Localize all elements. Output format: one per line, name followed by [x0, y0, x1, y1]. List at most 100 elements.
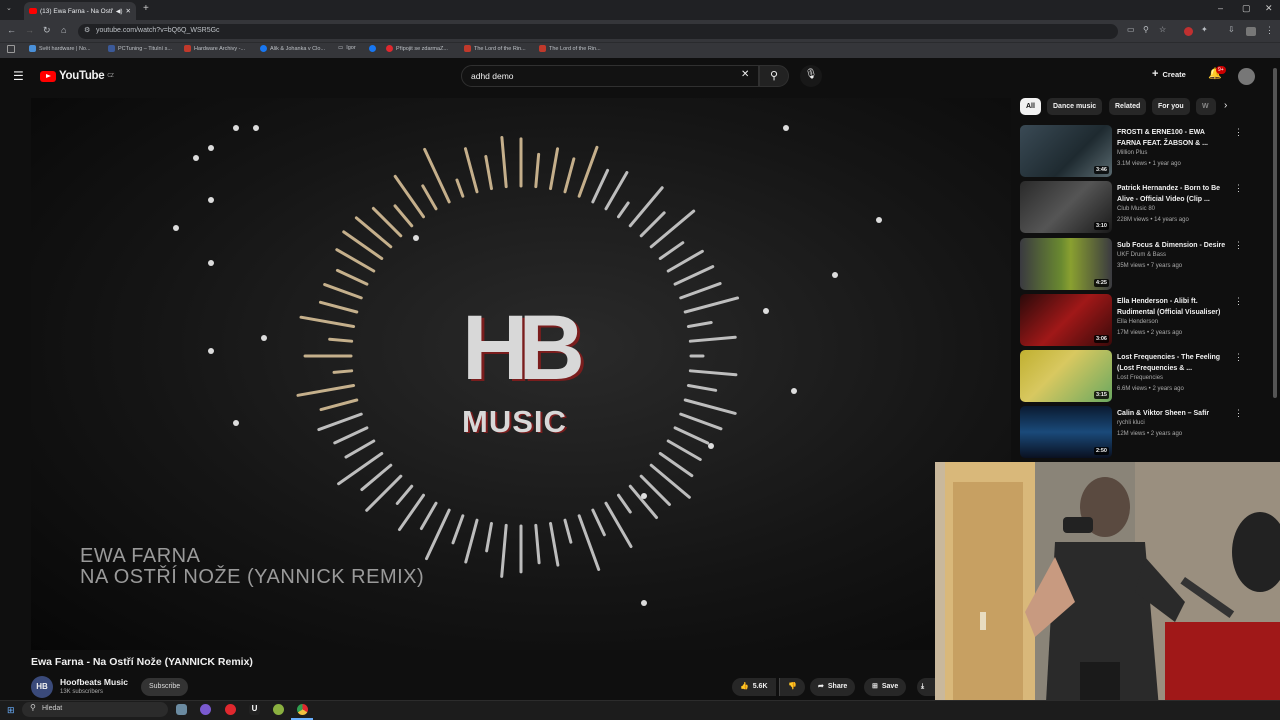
bookmark-item[interactable]: Svět hardware | No...: [29, 45, 91, 52]
close-window-icon[interactable]: ✕: [1265, 3, 1273, 14]
recommendation-channel[interactable]: rychli kluci: [1117, 420, 1145, 426]
video-thumbnail[interactable]: 4:25: [1020, 238, 1112, 290]
bookmark-label: Svět hardware | No...: [39, 45, 91, 52]
video-thumbnail[interactable]: 3:10: [1020, 181, 1112, 233]
home-icon[interactable]: ⌂: [61, 25, 66, 35]
bookmark-folder[interactable]: ▭ Igor: [338, 45, 356, 51]
recommendation-channel[interactable]: UKF Drum & Bass: [1117, 252, 1166, 258]
youtube-logo-text: YouTube: [59, 70, 105, 82]
spectrum-ray: [686, 320, 713, 328]
recommendation-channel[interactable]: Million Plus: [1117, 150, 1147, 156]
extension-icon[interactable]: [1184, 27, 1193, 36]
recommendation-title[interactable]: Sub Focus & Dimension - Desire: [1117, 241, 1229, 252]
light-particle: [208, 260, 214, 266]
bookmark-item[interactable]: Hardware Archivy -...: [184, 45, 245, 52]
bookmark-star-icon[interactable]: ☆: [1159, 25, 1166, 34]
new-tab-icon[interactable]: +: [143, 3, 149, 14]
voice-search-button[interactable]: 🎙: [800, 65, 822, 87]
downloads-icon[interactable]: ⇩: [1228, 25, 1235, 34]
clear-search-icon[interactable]: ✕: [741, 69, 749, 80]
minimize-icon[interactable]: –: [1218, 3, 1223, 13]
recommendation-title[interactable]: Calin & Viktor Sheen – Safír: [1117, 409, 1229, 420]
create-button[interactable]: + Create: [1152, 68, 1186, 80]
save-button[interactable]: ⊞ Save: [864, 678, 907, 696]
recommendation-channel[interactable]: Ella Henderson: [1117, 319, 1158, 325]
taskbar-unreal-icon[interactable]: U: [249, 704, 260, 715]
chip-for-you[interactable]: For you: [1152, 98, 1190, 115]
recommendation-item[interactable]: 3:10 Patrick Hernandez - Born to Be Aliv…: [1020, 181, 1250, 233]
channel-avatar[interactable]: HB: [31, 676, 53, 698]
browser-tab-active[interactable]: (13) Ewa Farna - Na Ostří N ◀) ✕: [24, 2, 136, 20]
recommendation-title[interactable]: Patrick Hernandez - Born to Be Alive - O…: [1117, 184, 1229, 205]
bookmark-favicon-icon: [29, 45, 36, 52]
bookmark-item[interactable]: The Lord of the Rin...: [539, 45, 601, 52]
url-field[interactable]: youtube.com/watch?v=bQ6Q_WSR5Gc: [78, 24, 1118, 39]
apps-grid-icon[interactable]: [7, 45, 15, 53]
forward-icon[interactable]: →: [25, 25, 34, 35]
more-options-icon[interactable]: ⋮: [1234, 127, 1243, 138]
account-avatar[interactable]: [1238, 68, 1255, 85]
spectrum-ray: [679, 412, 723, 431]
bookmark-item[interactable]: Připojit se zdarmaZ...: [386, 45, 448, 52]
tab-close-icon[interactable]: ✕: [126, 7, 131, 15]
site-info-icon[interactable]: ⚙: [84, 26, 90, 34]
chip-dance-music[interactable]: Dance music: [1047, 98, 1103, 115]
more-options-icon[interactable]: ⋮: [1234, 240, 1243, 251]
bookmark-item[interactable]: Alik & Johanka v Clo...: [260, 45, 325, 52]
video-thumbnail[interactable]: 3:15: [1020, 350, 1112, 402]
channel-name[interactable]: Hoofbeats Music: [60, 677, 128, 687]
more-options-icon[interactable]: ⋮: [1234, 183, 1243, 194]
chip-truncated[interactable]: W: [1196, 98, 1216, 115]
tab-search-icon[interactable]: ⌄: [6, 4, 12, 12]
recommendation-channel[interactable]: Club Music 80: [1117, 206, 1155, 212]
back-icon[interactable]: ←: [7, 25, 16, 35]
windows-start-icon[interactable]: ⊞: [7, 705, 15, 716]
chip-all[interactable]: All: [1020, 98, 1041, 115]
search-button[interactable]: ⚲: [759, 65, 789, 87]
recommendation-title[interactable]: Lost Frequencies - The Feeling (Lost Fre…: [1117, 353, 1229, 374]
recommendation-item[interactable]: 3:15 Lost Frequencies - The Feeling (Los…: [1020, 350, 1250, 402]
taskbar-app-icon[interactable]: [225, 704, 236, 715]
bookmark-item[interactable]: PCTuning – Titulní s...: [108, 45, 172, 52]
extensions-puzzle-icon[interactable]: ✦: [1201, 25, 1208, 34]
dislike-button[interactable]: 👎: [779, 678, 805, 696]
video-duration: 4:25: [1093, 279, 1109, 287]
bookmark-item[interactable]: The Lord of the Rin...: [464, 45, 526, 52]
recommendation-item[interactable]: 2:50 Calin & Viktor Sheen – Safír rychli…: [1020, 406, 1250, 458]
recommendation-item[interactable]: 3:46 FROSTI & ERNE100 - EWA FARNA FEAT. …: [1020, 125, 1250, 177]
video-thumbnail[interactable]: 3:46: [1020, 125, 1112, 177]
reload-icon[interactable]: ↻: [43, 25, 51, 36]
cast-icon[interactable]: ▭: [1127, 25, 1135, 34]
search-input[interactable]: adhd demo: [461, 65, 759, 87]
zoom-icon[interactable]: ⚲: [1143, 25, 1149, 34]
youtube-logo[interactable]: YouTube CZ: [40, 70, 114, 82]
tab-audio-icon[interactable]: ◀): [116, 8, 123, 15]
video-thumbnail[interactable]: 3:06: [1020, 294, 1112, 346]
more-options-icon[interactable]: ⋮: [1234, 352, 1243, 363]
video-thumbnail[interactable]: 2:50: [1020, 406, 1112, 458]
more-options-icon[interactable]: ⋮: [1234, 296, 1243, 307]
taskbar-app-icon[interactable]: [176, 704, 187, 715]
taskbar-chrome-icon[interactable]: [297, 704, 308, 715]
hamburger-menu-icon[interactable]: ☰: [13, 69, 24, 83]
like-button[interactable]: 👍 5.6K: [732, 678, 776, 696]
chip-related[interactable]: Related: [1109, 98, 1147, 115]
recommendation-title[interactable]: Ella Henderson - Alibi ft. Rudimental (O…: [1117, 297, 1229, 318]
taskbar-app-icon[interactable]: [200, 704, 211, 715]
taskbar-search-input[interactable]: Hledat: [22, 702, 168, 717]
subscribe-button[interactable]: Subscribe: [141, 678, 189, 696]
recommendation-item[interactable]: 4:25 Sub Focus & Dimension - Desire UKF …: [1020, 238, 1250, 290]
recommendation-item[interactable]: 3:06 Ella Henderson - Alibi ft. Rudiment…: [1020, 294, 1250, 346]
recommendation-channel[interactable]: Lost Frequencies: [1117, 375, 1163, 381]
share-button[interactable]: ➦ Share: [810, 678, 856, 696]
browser-menu-icon[interactable]: ⋮: [1265, 25, 1274, 36]
bookmark-item[interactable]: [369, 45, 376, 52]
download-button[interactable]: ⤓: [917, 678, 935, 696]
page-scrollbar[interactable]: [1273, 68, 1277, 398]
more-options-icon[interactable]: ⋮: [1234, 408, 1243, 419]
recommendation-title[interactable]: FROSTI & ERNE100 - EWA FARNA FEAT. ŽABSO…: [1117, 128, 1229, 149]
taskbar-app-icon[interactable]: [273, 704, 284, 715]
chips-next-chevron-icon[interactable]: ›: [1224, 100, 1227, 111]
maximize-icon[interactable]: ▢: [1242, 3, 1251, 14]
profile-icon[interactable]: [1246, 27, 1256, 36]
